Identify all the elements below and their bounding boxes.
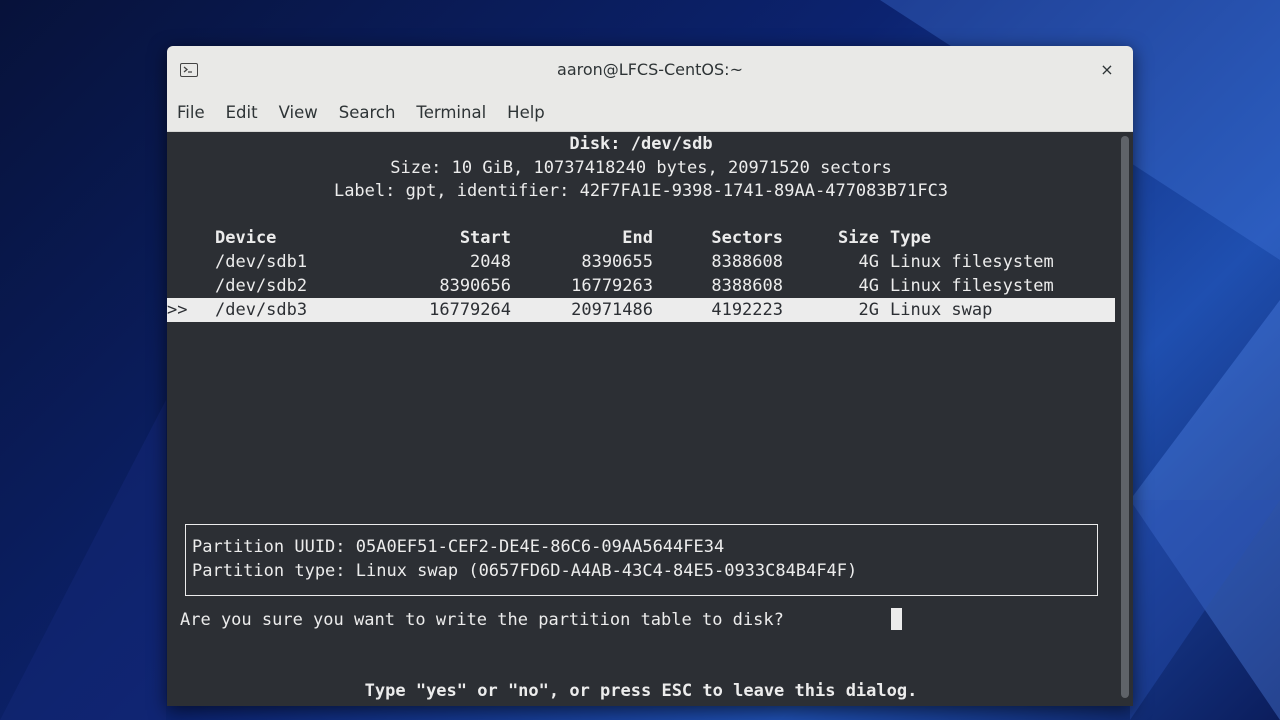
dialog-hint: Type "yes" or "no", or press ESC to leav… <box>364 681 918 701</box>
col-type-header: Type <box>890 228 931 248</box>
confirm-prompt: Are you sure you want to write the parti… <box>180 610 784 630</box>
col-sectors-header: Sectors <box>711 228 783 248</box>
selection-marker: >> <box>167 300 188 320</box>
close-icon[interactable]: × <box>1095 58 1119 82</box>
menu-bar: File Edit View Search Terminal Help <box>167 94 1133 132</box>
row-end: 8390655 <box>581 252 653 272</box>
disk-label: Label: gpt, identifier: 42F7FA1E-9398-17… <box>333 181 949 201</box>
row-sectors: 8388608 <box>711 276 783 296</box>
row-end: 16779263 <box>571 276 653 296</box>
wallpaper-shape <box>1130 500 1280 720</box>
terminal-window: aaron@LFCS-CentOS:~ × File Edit View Sea… <box>167 46 1133 706</box>
menu-file[interactable]: File <box>177 103 205 122</box>
row-start: 8390656 <box>439 276 511 296</box>
menu-view[interactable]: View <box>279 103 318 122</box>
terminal-screen[interactable]: Disk: /dev/sdb Size: 10 GiB, 10737418240… <box>167 132 1133 706</box>
row-size: 4G <box>858 252 879 272</box>
row-device: /dev/sdb2 <box>215 276 308 296</box>
row-size: 2G <box>858 300 879 320</box>
menu-terminal[interactable]: Terminal <box>416 103 486 122</box>
disk-header: Disk: /dev/sdb <box>569 134 713 154</box>
row-type: Linux filesystem <box>890 252 1054 272</box>
row-device: /dev/sdb1 <box>215 252 308 272</box>
row-start: 2048 <box>470 252 511 272</box>
col-end-header: End <box>622 228 653 248</box>
row-end: 20971486 <box>571 300 653 320</box>
window-title: aaron@LFCS-CentOS:~ <box>557 60 743 79</box>
col-start-header: Start <box>459 228 511 248</box>
row-size: 4G <box>858 276 879 296</box>
scrollbar[interactable] <box>1121 136 1129 698</box>
row-device: /dev/sdb3 <box>215 300 308 320</box>
menu-help[interactable]: Help <box>507 103 545 122</box>
partition-uuid: Partition UUID: 05A0EF51-CEF2-DE4E-86C6-… <box>192 537 725 557</box>
row-type: Linux swap <box>890 300 993 320</box>
row-sectors: 4192223 <box>711 300 783 320</box>
text-cursor[interactable] <box>891 608 902 630</box>
menu-edit[interactable]: Edit <box>226 103 258 122</box>
row-sectors: 8388608 <box>711 252 783 272</box>
partition-type: Partition type: Linux swap (0657FD6D-A4A… <box>192 561 858 581</box>
disk-size: Size: 10 GiB, 10737418240 bytes, 2097152… <box>390 158 892 178</box>
row-start: 16779264 <box>429 300 511 320</box>
row-type: Linux filesystem <box>890 276 1054 296</box>
wallpaper-shape <box>0 400 166 720</box>
table-row-selected[interactable]: >> /dev/sdb3 16779264 20971486 4192223 2… <box>167 298 1115 322</box>
col-device-header: Device <box>215 228 277 248</box>
title-bar[interactable]: aaron@LFCS-CentOS:~ × <box>167 46 1133 95</box>
menu-search[interactable]: Search <box>339 103 396 122</box>
partition-info-box: Partition UUID: 05A0EF51-CEF2-DE4E-86C6-… <box>185 524 1098 596</box>
col-size-header: Size <box>838 228 879 248</box>
